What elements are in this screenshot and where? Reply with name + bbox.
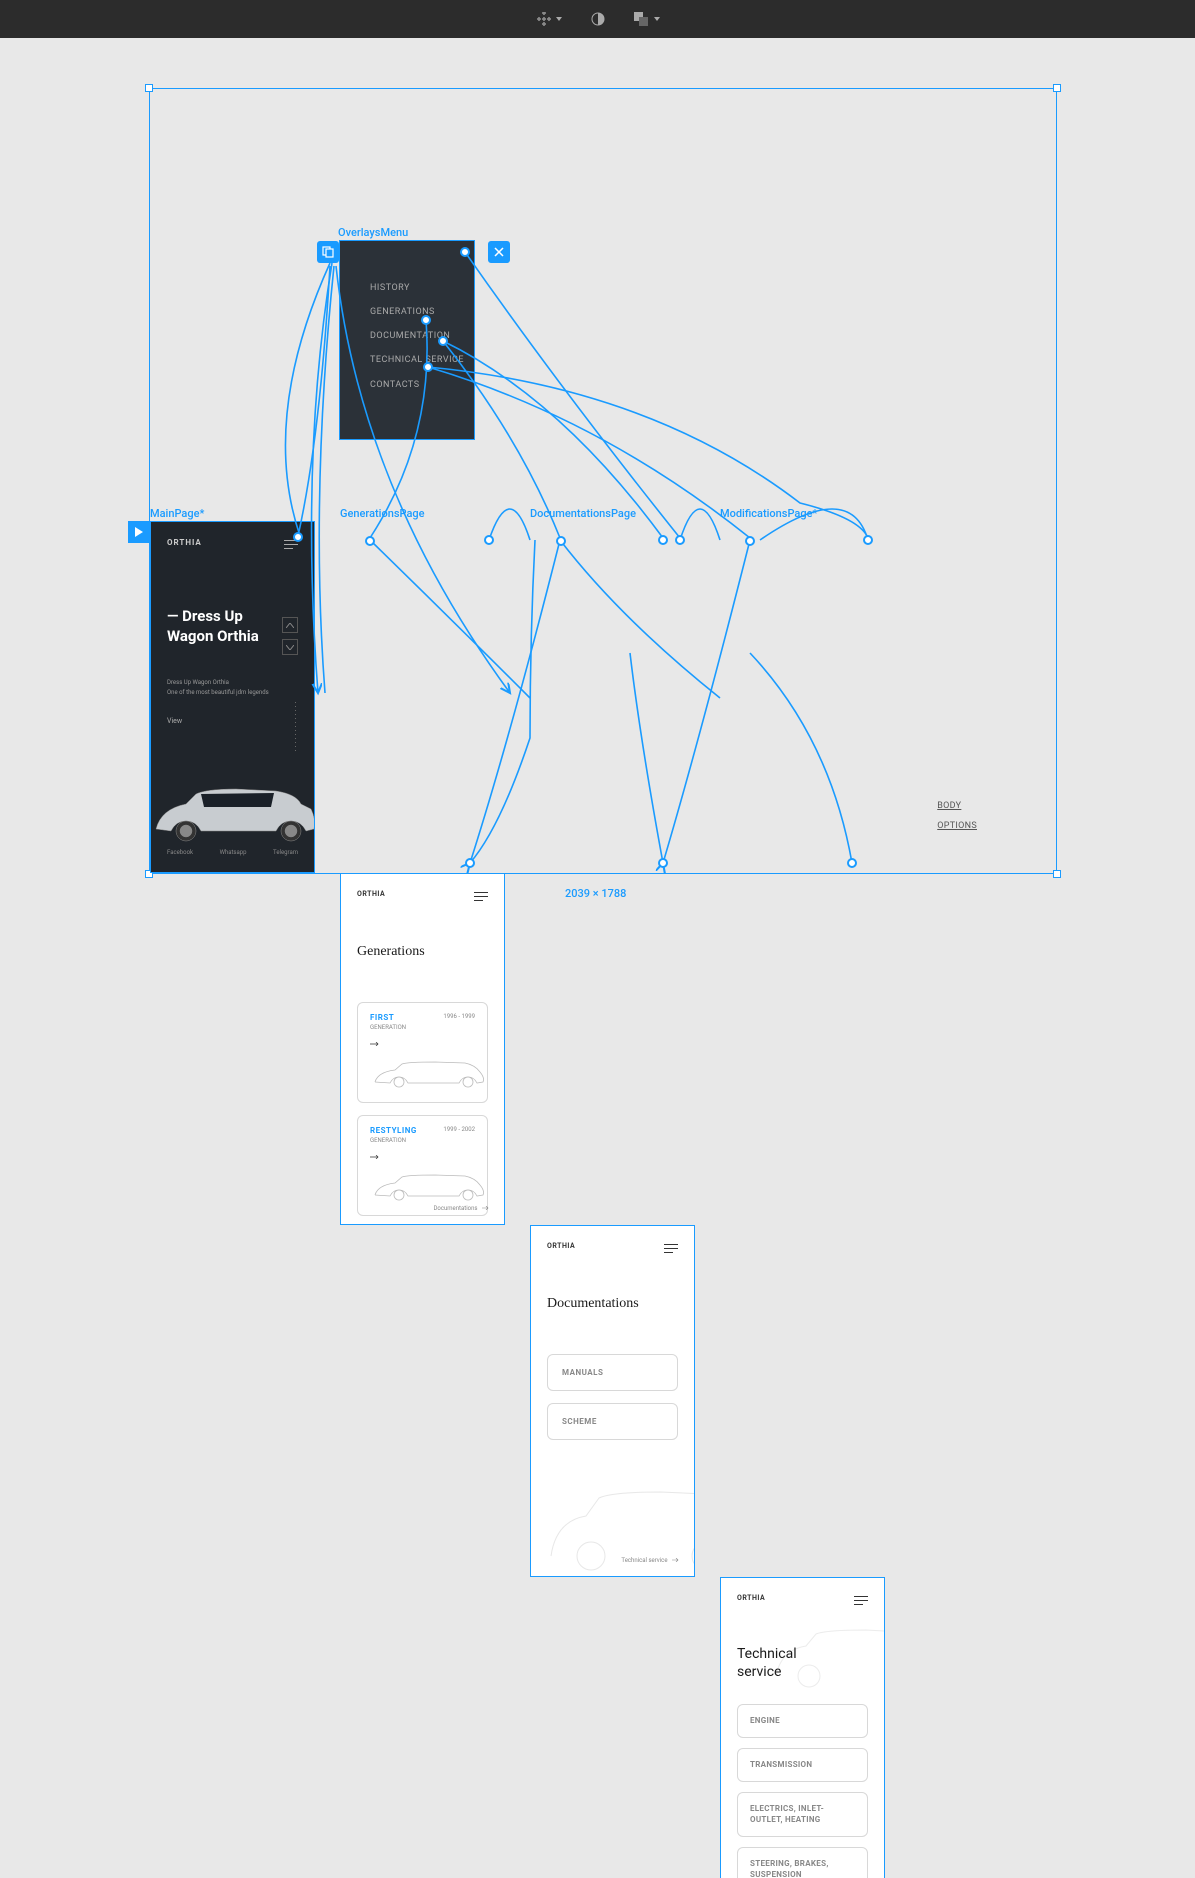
documentations-title: Documentations — [547, 1296, 678, 1312]
main-footer: Facebook Whatsapp Telegram — [167, 849, 298, 856]
main-logo: ORTHIA — [167, 538, 298, 547]
footer-telegram[interactable]: Telegram — [273, 849, 298, 856]
shapes-icon — [634, 11, 650, 27]
connection-node[interactable] — [293, 532, 303, 542]
overlay-copy-button[interactable] — [317, 241, 339, 263]
main-view-link[interactable]: View — [167, 717, 298, 725]
menu-item-documentation[interactable]: DOCUMENTATION — [370, 331, 474, 341]
arrow-down-button[interactable] — [282, 639, 298, 655]
generations-page-frame[interactable]: ORTHIA Generations FIRST GENERATION 1996… — [340, 873, 505, 1225]
side-labels: BODY OPTIONS — [937, 801, 977, 841]
doc-card-manuals[interactable]: MANUALS — [547, 1354, 678, 1391]
connection-node[interactable] — [465, 858, 475, 868]
frame-label-main[interactable]: MainPage* — [150, 507, 204, 520]
connection-node[interactable] — [847, 858, 857, 868]
menu-icon[interactable] — [854, 1596, 868, 1608]
copy-icon — [322, 246, 334, 258]
connection-node[interactable] — [745, 536, 755, 546]
modifications-page-frame[interactable]: ORTHIA Technical service ENGINE TRANSMIS… — [720, 1577, 885, 1878]
menu-item-contacts[interactable]: CONTACTS — [370, 380, 474, 390]
frame-label-modifications[interactable]: ModificationsPage* — [720, 507, 817, 520]
selection-handle-tl[interactable] — [145, 84, 153, 92]
car-outline — [370, 1173, 490, 1201]
frame-label-generations[interactable]: GenerationsPage — [340, 507, 425, 520]
connection-node[interactable] — [365, 536, 375, 546]
connection-node[interactable] — [421, 315, 431, 325]
chevron-down-icon — [654, 17, 660, 21]
documentations-page-frame[interactable]: ORTHIA Documentations MANUALS SCHEME Tec… — [530, 1225, 695, 1577]
car-outline — [370, 1060, 490, 1088]
main-arrows — [282, 617, 298, 661]
overlays-menu-frame[interactable]: HISTORY GENERATIONS DOCUMENTATION TECHNI… — [339, 240, 475, 440]
selection-handle-tr[interactable] — [1053, 84, 1061, 92]
connection-node[interactable] — [484, 535, 494, 545]
doc-card-scheme[interactable]: SCHEME — [547, 1403, 678, 1440]
scroll-indicator — [295, 702, 296, 752]
grid-icon — [536, 11, 552, 27]
documentations-logo: ORTHIA — [547, 1242, 678, 1250]
connection-node[interactable] — [438, 336, 448, 346]
car-outline-bg — [771, 1628, 885, 1688]
body-link[interactable]: BODY — [937, 801, 977, 811]
arrow-icon — [370, 1042, 380, 1046]
menu-item-technical-service[interactable]: TECHNICAL SERVICE — [370, 355, 474, 366]
top-toolbar — [0, 0, 1195, 38]
connection-node[interactable] — [658, 535, 668, 545]
generation-card-first[interactable]: FIRST GENERATION 1996 - 1999 — [357, 1002, 488, 1103]
menu-icon[interactable] — [664, 1244, 678, 1256]
play-icon — [135, 527, 143, 537]
main-title: — Dress Up Wagon Orthia — [167, 607, 298, 646]
shapes-tool[interactable] — [634, 11, 660, 27]
tech-card-engine[interactable]: ENGINE — [737, 1704, 868, 1738]
main-subtitle: Dress Up Wagon Orthia One of the most be… — [167, 678, 298, 697]
connection-node[interactable] — [460, 247, 470, 257]
arrow-up-button[interactable] — [282, 617, 298, 633]
selection-handle-br[interactable] — [1053, 870, 1061, 878]
options-link[interactable]: OPTIONS — [937, 821, 977, 831]
tech-card-steering[interactable]: STEERING, BRAKES, SUSPENSION — [737, 1847, 868, 1878]
nav-documentations-link[interactable]: Documentations — [433, 1205, 490, 1212]
contrast-tool[interactable] — [590, 11, 606, 27]
modifications-logo: ORTHIA — [737, 1594, 868, 1602]
connection-node[interactable] — [423, 362, 433, 372]
overlay-close-button[interactable] — [488, 241, 510, 263]
close-icon — [494, 247, 504, 257]
generations-logo: ORTHIA — [357, 890, 488, 898]
generations-title: Generations — [357, 944, 488, 960]
tech-card-electrics[interactable]: ELECTRICS, INLET-OUTLET, HEATING — [737, 1792, 868, 1837]
car-illustration — [150, 779, 315, 844]
chevron-down-icon — [556, 17, 562, 21]
generation-card-restyling[interactable]: RESTYLING GENERATION 1999 - 2002 — [357, 1115, 488, 1216]
connection-node[interactable] — [863, 535, 873, 545]
contrast-icon — [590, 11, 606, 27]
footer-facebook[interactable]: Facebook — [167, 849, 193, 856]
connection-node[interactable] — [658, 858, 668, 868]
menu-item-history[interactable]: HISTORY — [370, 283, 474, 293]
main-page-frame[interactable]: ORTHIA — Dress Up Wagon Orthia Dress Up … — [150, 521, 315, 873]
dimensions-label: 2039 × 1788 — [565, 887, 626, 900]
tech-card-transmission[interactable]: TRANSMISSION — [737, 1748, 868, 1782]
grid-tool[interactable] — [536, 11, 562, 27]
canvas[interactable]: 2039 × 1788 OverlaysMenu HISTORY GENERAT… — [0, 38, 1195, 939]
connection-node[interactable] — [675, 535, 685, 545]
footer-whatsapp[interactable]: Whatsapp — [220, 849, 247, 856]
nav-technical-link[interactable]: Technical service — [621, 1557, 680, 1564]
connection-node[interactable] — [556, 536, 566, 546]
menu-icon[interactable] — [474, 892, 488, 904]
play-button[interactable] — [128, 521, 150, 543]
arrow-icon — [370, 1155, 380, 1159]
frame-label-documentations[interactable]: DocumentationsPage — [530, 507, 636, 520]
frame-label-overlays[interactable]: OverlaysMenu — [338, 226, 408, 239]
